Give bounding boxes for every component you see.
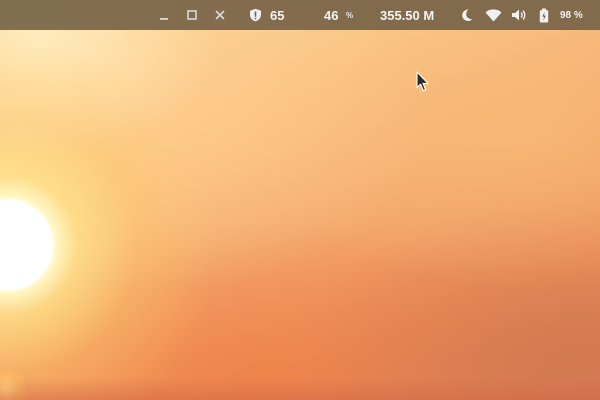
night-mode-indicator[interactable] (458, 0, 474, 30)
wifi-icon (485, 8, 501, 21)
close-button[interactable] (212, 0, 228, 30)
desktop-wallpaper: 65 46 % 355.50 M 98 % (0, 0, 600, 400)
close-icon (215, 10, 225, 20)
maximize-button[interactable] (184, 0, 200, 30)
cpu-value[interactable]: 46 (324, 0, 344, 30)
wifi-indicator[interactable] (483, 0, 503, 30)
mouse-cursor-icon (416, 71, 429, 92)
shield-icon (249, 8, 261, 22)
battery-icon (539, 8, 549, 22)
network-speed[interactable]: 355.50 M (380, 0, 442, 30)
maximize-icon (187, 10, 197, 20)
moon-icon (461, 9, 472, 21)
volume-indicator[interactable] (510, 0, 528, 30)
cpu-unit: % (346, 10, 354, 20)
volume-icon (512, 9, 526, 21)
shield-value: 65 (270, 7, 285, 23)
minimize-icon (160, 18, 168, 20)
bottom-haze (0, 378, 600, 400)
minimize-button[interactable] (156, 0, 172, 30)
shield-indicator[interactable] (247, 0, 263, 30)
battery-percent: 98 % (560, 9, 583, 21)
battery-indicator[interactable] (537, 0, 551, 30)
top-panel: 65 46 % 355.50 M 98 % (0, 0, 600, 30)
